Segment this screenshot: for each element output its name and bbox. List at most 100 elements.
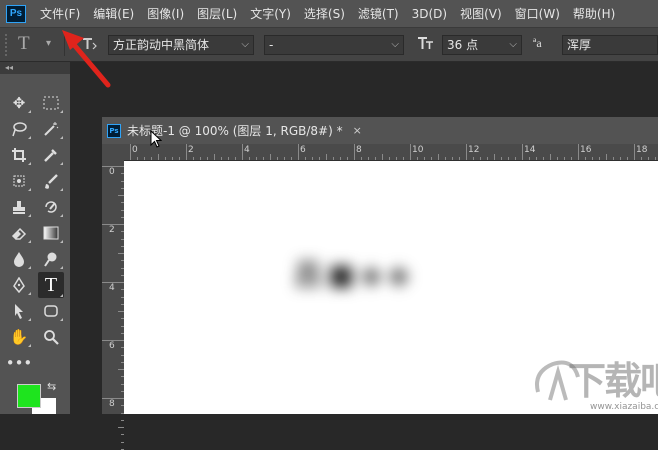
ruler-tick [102,282,124,283]
antialias-icon-letter: a [536,36,542,50]
ruler-tick [634,144,635,160]
gradient-tool-icon[interactable] [38,222,64,244]
ruler-tick [536,157,537,160]
photoshop-document-icon: Ps [107,123,121,138]
ruler-tick [121,434,124,436]
ruler-tick [599,157,600,160]
zoom-tool-icon[interactable] [38,326,64,348]
menu-view[interactable]: 视图(V) [460,5,502,22]
ruler-tick [256,157,257,160]
ruler-label: 4 [109,283,115,293]
ruler-tick [557,157,558,160]
watermark-url: www.xiazaiba.com [590,402,658,412]
clone-stamp-tool-icon[interactable] [6,196,32,218]
chevron-down-icon: ⌵ [391,39,399,50]
ruler-tick [151,157,152,160]
ruler-tick [298,144,299,160]
eyedropper-tool-icon[interactable] [38,144,64,166]
lasso-tool-icon[interactable] [6,118,32,140]
menu-help[interactable]: 帮助(H) [573,5,615,22]
ruler-tick [102,224,124,225]
menu-3d[interactable]: 3D(D) [412,7,447,21]
ruler-tick [102,166,124,167]
hand-tool-icon[interactable]: ✋ [6,326,32,348]
tools-panel-collapse[interactable]: ◂◂ [0,62,70,74]
move-tool-icon[interactable]: ✥ [6,92,32,114]
ruler-tick [522,144,523,160]
watermark-text: 下载吧 [568,359,658,403]
magic-wand-tool-icon[interactable] [38,118,64,140]
canvas-text-layer[interactable]: 吕■◈◈ [294,253,416,293]
ruler-tick [319,157,320,160]
ruler-origin[interactable] [102,144,124,160]
ruler-tick [550,154,551,160]
chevron-down-icon: ⌵ [509,39,517,50]
ruler-tick [130,144,131,160]
document-tab[interactable]: Ps 未标题-1 @ 100% (图层 1, RGB/8#) * × [102,117,658,144]
tool-preset-chevron-down-icon[interactable]: ▾ [46,38,51,49]
separator [64,34,65,56]
dodge-tool-icon[interactable] [38,248,64,270]
menu-window[interactable]: 窗口(W) [515,5,560,22]
ruler-tick [368,157,369,160]
antialias-select[interactable]: 浑厚 [562,35,658,55]
menu-filter[interactable]: 滤镜(T) [358,5,399,22]
menu-layer[interactable]: 图层(L) [197,5,237,22]
ruler-tick [200,157,201,160]
menu-type[interactable]: 文字(Y) [250,5,291,22]
ruler-tick [179,157,180,160]
ruler-tick [382,154,383,160]
font-family-value: 方正韵动中黑简体 [113,38,210,52]
ruler-tick [578,144,579,160]
ruler-tick [118,427,124,428]
ruler-tick [312,157,313,160]
more-tools-icon[interactable]: ••• [6,352,33,374]
menu-image[interactable]: 图像(I) [147,5,184,22]
horizontal-ruler[interactable]: 0 2 4 6 8 10 12 14 16 18 [124,144,658,161]
ruler-tick [571,157,572,160]
ruler-tick [235,157,236,160]
type-tool-icon[interactable]: T [38,272,64,298]
ruler-tick [214,154,215,160]
marquee-tool-icon[interactable] [38,92,64,114]
swap-colors-icon[interactable]: ⇆ [47,380,56,393]
font-size-value: 36 点 [447,38,479,52]
close-icon[interactable]: × [353,124,362,137]
ruler-tick [375,157,376,160]
ruler-tick [417,157,418,160]
ruler-tick [592,157,593,160]
chevron-down-icon: ⌵ [241,39,249,50]
options-grip[interactable] [5,34,11,56]
ruler-tick [641,157,642,160]
eraser-tool-icon[interactable] [6,222,32,244]
ruler-tick [473,157,474,160]
menu-edit[interactable]: 编辑(E) [93,5,134,22]
font-size-select[interactable]: 36 点 ⌵ [442,35,522,55]
brush-tool-icon[interactable] [38,170,64,192]
ruler-tick [480,157,481,160]
blur-tool-icon[interactable] [6,248,32,270]
ruler-tick [172,157,173,160]
font-style-select[interactable]: - ⌵ [264,35,404,55]
healing-brush-tool-icon[interactable] [6,170,32,192]
foreground-color-swatch[interactable] [17,384,41,408]
rectangle-tool-icon[interactable] [38,300,64,322]
pen-tool-icon[interactable] [6,274,32,296]
history-brush-tool-icon[interactable] [38,196,64,218]
ruler-tick [515,157,516,160]
tool-preset-icon[interactable]: T [18,33,30,55]
menu-select[interactable]: 选择(S) [304,5,345,22]
path-selection-tool-icon[interactable] [6,300,32,322]
ruler-tick [284,157,285,160]
ruler-label: 0 [132,145,138,155]
ruler-tick [165,157,166,160]
font-style-value: - [269,38,274,52]
vertical-ruler[interactable]: 0 2 4 6 8 [102,160,125,450]
text-orientation-icon[interactable] [80,35,98,53]
crop-tool-icon[interactable] [6,144,32,166]
ruler-tick [249,157,250,160]
menu-file[interactable]: 文件(F) [40,5,80,22]
font-family-select[interactable]: 方正韵动中黑简体 ⌵ [108,35,254,55]
ruler-tick [410,144,411,160]
ruler-tick [564,157,565,160]
